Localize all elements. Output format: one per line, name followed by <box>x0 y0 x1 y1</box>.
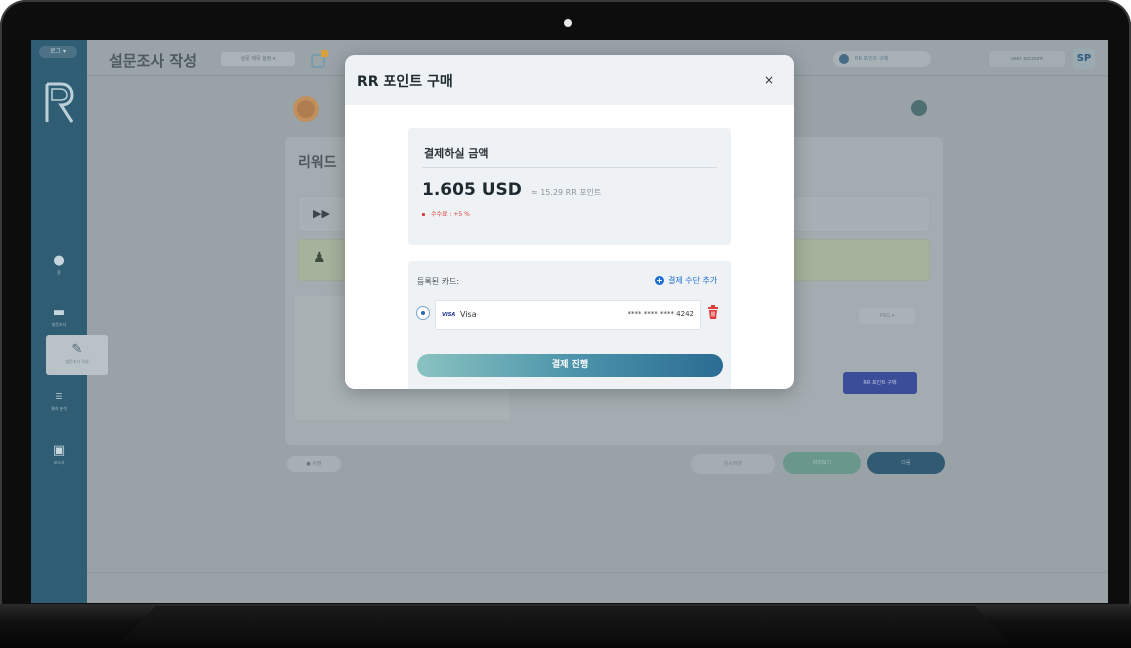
card-number: **** **** **** 4242 <box>627 310 695 318</box>
format-select[interactable]: PNG ▾ <box>859 308 915 324</box>
visa-logo-icon: VISA <box>442 312 456 318</box>
purchase-points-button[interactable]: RR 포인트 구매 <box>843 372 917 394</box>
step-indicator-next <box>911 100 927 116</box>
sidebar-item-report[interactable]: ▣ 보고서 <box>31 444 87 466</box>
registered-cards-label: 등록된 카드: <box>417 277 460 286</box>
modal-title: RR 포인트 구매 <box>357 74 453 90</box>
proceed-payment-button[interactable]: 결제 진행 <box>417 354 723 377</box>
fast-forward-icon: ▶▶ <box>313 207 330 220</box>
card-brand: Visa <box>460 310 477 319</box>
sidebar-item-label: 홈 <box>57 270 61 275</box>
sidebar: 로그 ▾ ● 홈 ▬ 설문조사 <box>31 40 87 603</box>
modal-header: RR 포인트 구매 × <box>345 55 794 105</box>
sidebar-item-label: 결과 분석 <box>51 406 67 411</box>
bullet-icon <box>422 213 425 216</box>
fee-note: 수수료 : +5 % <box>422 209 470 218</box>
background-card-title: 리워드 <box>298 155 337 171</box>
title-chip[interactable]: 설문 제목 설정 ▾ <box>221 52 295 66</box>
add-payment-method-link[interactable]: + 결제 수단 추가 <box>655 275 717 286</box>
step-indicator-current <box>293 96 319 122</box>
coin-icon <box>839 54 849 64</box>
add-payment-method-label: 결제 수단 추가 <box>668 276 718 285</box>
sidebar-item-analysis[interactable]: ☰ 결과 분석 <box>31 390 87 412</box>
sidebar-item-home[interactable]: ● 홈 <box>31 254 87 276</box>
laptop-base-highlight <box>120 606 1010 644</box>
divider <box>422 167 717 168</box>
points-purchase-chip[interactable]: RR 포인트 구매 <box>833 51 931 67</box>
preview-button[interactable]: 미리보기 <box>783 452 861 474</box>
amount-line: 1.605 USD ≈ 15.29 RR 포인트 <box>422 180 601 200</box>
user-account-chip[interactable]: user account <box>989 51 1065 67</box>
sidebar-item-label: 설문조사 작성 <box>65 359 89 364</box>
logo-icon <box>45 82 74 123</box>
document-icon: ▣ <box>52 443 66 458</box>
fee-text: 수수료 : +5 % <box>431 211 470 218</box>
amount-heading: 결제하실 금액 <box>424 147 489 160</box>
close-icon[interactable]: × <box>761 72 777 88</box>
divider <box>87 572 1108 573</box>
edit-icon[interactable] <box>311 50 329 68</box>
folder-icon: ▬ <box>52 305 66 320</box>
card-option[interactable]: VISA Visa **** **** **** 4242 <box>435 300 701 330</box>
amount-approx-points: ≈ 15.29 RR 포인트 <box>530 188 602 197</box>
amount-value: 1.605 USD <box>422 180 522 200</box>
plus-circle-icon: + <box>655 276 664 285</box>
save-draft-button[interactable]: 임시저장 <box>691 454 775 474</box>
pencil-icon: ✎ <box>71 342 83 357</box>
avatar[interactable]: SP <box>1073 49 1095 69</box>
user-icon: ● <box>53 253 65 268</box>
list-icon: ☰ <box>55 392 63 401</box>
person-icon: ♟ <box>313 250 326 266</box>
page-title: 설문조사 작성 <box>109 52 198 70</box>
next-button[interactable]: 다음 <box>867 452 945 474</box>
camera-icon <box>564 19 572 27</box>
points-purchase-chip-label: RR 포인트 구매 <box>855 56 889 62</box>
card-radio[interactable] <box>416 306 430 320</box>
sidebar-item-survey-create[interactable]: ✎ 설문조사 작성 <box>46 335 108 375</box>
prev-button[interactable]: ● 이전 <box>287 456 341 472</box>
sidebar-item-label: 설문조사 <box>51 322 67 327</box>
sidebar-item-surveys[interactable]: ▬ 설문조사 <box>31 306 87 328</box>
sidebar-item-label: 보고서 <box>53 460 65 465</box>
sidebar-badge[interactable]: 로그 ▾ <box>39 46 77 58</box>
payment-amount-section: 결제하실 금액 1.605 USD ≈ 15.29 RR 포인트 수수료 : +… <box>408 128 731 245</box>
trash-icon[interactable] <box>707 305 719 319</box>
points-purchase-modal: RR 포인트 구매 × 결제하실 금액 1.605 USD ≈ 15.29 RR… <box>345 55 794 389</box>
